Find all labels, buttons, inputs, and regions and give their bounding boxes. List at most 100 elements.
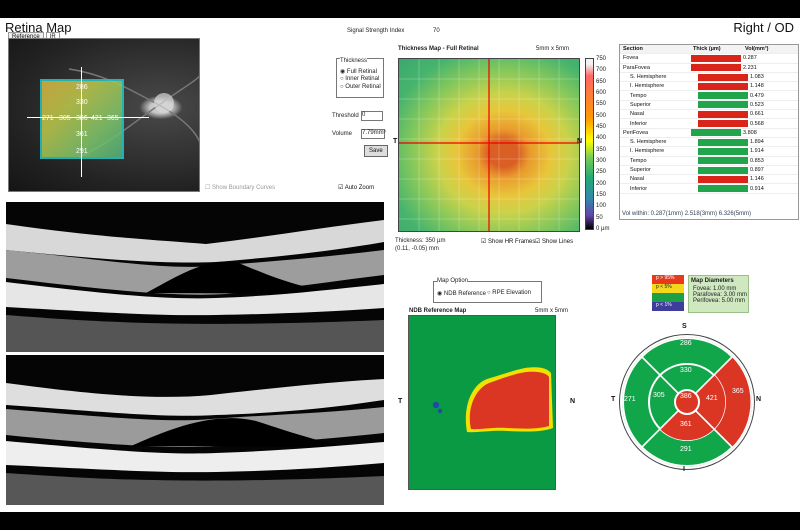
ndb-map-title: NDB Reference Map <box>409 308 467 314</box>
auto-zoom-checkbox[interactable]: ☑ Auto Zoom <box>338 184 374 191</box>
legend-red: p > 95% <box>652 275 684 284</box>
map-option-title: Map Option <box>437 278 469 284</box>
thickness-map-nasal-label: N <box>577 138 583 145</box>
show-lines-checkbox[interactable]: ☑ Show Lines <box>535 238 573 245</box>
sector-superior-label: S <box>682 323 687 330</box>
table-volume-value: 0.568 <box>750 120 764 127</box>
table-volume-value: 1.914 <box>750 148 764 155</box>
table-row[interactable]: Inferior 0.914 <box>620 184 798 194</box>
scale-tick-label: 150 <box>596 192 607 198</box>
radio-outer-retinal-label: Outer Retinal <box>345 84 381 90</box>
table-row[interactable]: S. Hemisphere 1.083 <box>620 73 798 83</box>
thickness-map-title: Thickness Map - Full Retinal <box>398 46 479 52</box>
ndb-map-size: 5mm x 5mm <box>535 308 568 314</box>
save-button[interactable]: Save <box>364 145 388 157</box>
table-section-label: I. Hemisphere <box>630 83 665 90</box>
table-volume-value: 1.146 <box>750 176 764 183</box>
show-hr-frames-checkbox[interactable]: ☑ Show HR Frames <box>481 238 535 245</box>
threshold-label: Threshold <box>332 113 359 119</box>
radio-rpe-elevation-label: RPE Elevation <box>492 290 531 296</box>
show-lines-label: Show Lines <box>542 239 574 245</box>
sector-center: 386 <box>680 393 692 400</box>
oct-layers-top <box>6 220 384 352</box>
thickness-status-bar <box>698 166 748 174</box>
table-section-label: I. Hemisphere <box>630 148 665 155</box>
fundus-value-left: 271 <box>42 115 54 122</box>
thickness-readout: Thickness: 350 µm <box>395 238 446 244</box>
table-row[interactable]: ParaFovea 2.231 <box>620 64 798 73</box>
table-section-label: Superior <box>630 167 651 173</box>
table-row[interactable]: PeriFovea 3.808 <box>620 129 798 138</box>
signal-strength-label: Signal Strength Index <box>347 28 405 34</box>
table-section-label: ParaFovea <box>623 64 650 71</box>
radio-ndb-reference[interactable]: ◉ NDB Reference <box>437 290 486 297</box>
sector-inner-bottom: 361 <box>680 421 692 428</box>
scale-tick-label: 500 <box>596 112 607 119</box>
thickness-status-bar <box>698 120 748 128</box>
thickness-status-bar <box>698 82 748 90</box>
thickness-options-title: Thickness <box>340 58 368 64</box>
table-volume-value: 1.894 <box>750 139 764 146</box>
table-section-label: Nasal <box>630 176 645 183</box>
bottom-black-bar <box>0 512 800 530</box>
significance-legend: p > 95% p < 5% p < 1% <box>652 275 684 311</box>
show-boundary-checkbox[interactable]: ☐ Show Boundary Curves <box>205 184 275 191</box>
table-volume-value: 0.479 <box>750 92 764 99</box>
threshold-input[interactable]: 0 <box>361 111 383 121</box>
table-section-label: PeriFovea <box>623 129 649 136</box>
radio-inner-retinal[interactable]: ○ Inner Retinal <box>340 76 379 82</box>
sector-outer-bottom: 291 <box>680 446 692 453</box>
table-volume-value: 0.661 <box>750 111 764 118</box>
table-row[interactable]: Nasal 1.146 <box>620 175 798 185</box>
diameter-perifovea: Perifovea: 5.00 mm <box>693 298 746 304</box>
table-row[interactable]: I. Hemisphere 1.148 <box>620 82 798 92</box>
thickness-status-bar <box>691 129 741 137</box>
table-section-label: Inferior <box>630 120 648 127</box>
thickness-status-bar <box>698 147 748 155</box>
thickness-status-bar <box>698 101 748 109</box>
sector-inner-right: 421 <box>706 395 718 402</box>
scale-tick-label: 250 <box>596 169 607 176</box>
ndb-map-shapes <box>432 367 553 433</box>
table-section-label: S. Hemisphere <box>630 74 667 81</box>
thickness-color-scale <box>585 58 594 230</box>
table-volume-value: 0.523 <box>750 101 764 108</box>
oct-bscan-bottom[interactable] <box>6 355 384 505</box>
radio-rpe-elevation[interactable]: ○ RPE Elevation <box>487 290 531 296</box>
thickness-map-size: 5mm x 5mm <box>536 46 569 52</box>
table-row[interactable]: Nasal 0.661 <box>620 110 798 120</box>
fundus-value-inner-left: 305 <box>59 115 71 122</box>
ndb-reference-map[interactable] <box>408 315 556 490</box>
table-section-label: S. Hemisphere <box>630 139 667 146</box>
thickness-status-bar <box>698 157 748 165</box>
table-header-row: Section Thick (µm) Vol(mm³) <box>620 45 798 55</box>
scale-tick-label: 750 <box>596 56 607 62</box>
table-row[interactable]: Tempo 0.479 <box>620 91 798 101</box>
fundus-value-bottom: 291 <box>76 148 88 155</box>
table-row[interactable]: S. Hemisphere 1.894 <box>620 138 798 148</box>
thickness-status-bar <box>698 175 748 183</box>
table-header-thickness: Thick (µm) <box>693 45 721 52</box>
scale-tick-label: 400 <box>596 135 607 142</box>
table-row[interactable]: Fovea 0.287 <box>620 54 798 64</box>
volume-summary: Vol within: 0.287(1mm) 2.518(3mm) 6.326(… <box>622 211 752 217</box>
radio-outer-retinal[interactable]: ○ Outer Retinal <box>340 84 381 90</box>
legend-green <box>652 293 684 302</box>
table-row[interactable]: Tempo 0.853 <box>620 157 798 166</box>
table-row[interactable]: Superior 0.523 <box>620 101 798 111</box>
table-volume-value: 0.287 <box>743 55 757 62</box>
coordinate-readout: (0.11, -0.05) mm <box>395 246 439 252</box>
thickness-map[interactable] <box>398 58 580 232</box>
table-row[interactable]: Inferior 0.568 <box>620 119 798 129</box>
table-row[interactable]: I. Hemisphere 1.914 <box>620 147 798 157</box>
oct-layers-bottom <box>6 379 384 505</box>
thickness-status-bar <box>691 64 741 72</box>
table-row[interactable]: Superior 0.897 <box>620 166 798 176</box>
signal-strength-value: 70 <box>433 28 440 34</box>
radio-full-retinal[interactable]: ◉ Full Retinal <box>340 68 377 75</box>
table-header-volume: Vol(mm³) <box>745 46 769 53</box>
scale-tick-label: 650 <box>596 78 607 85</box>
volume-value-field[interactable]: 7.79mm³ <box>361 129 386 139</box>
oct-bscan-top[interactable] <box>6 202 384 352</box>
thickness-map-temporal-label: T <box>393 138 398 145</box>
